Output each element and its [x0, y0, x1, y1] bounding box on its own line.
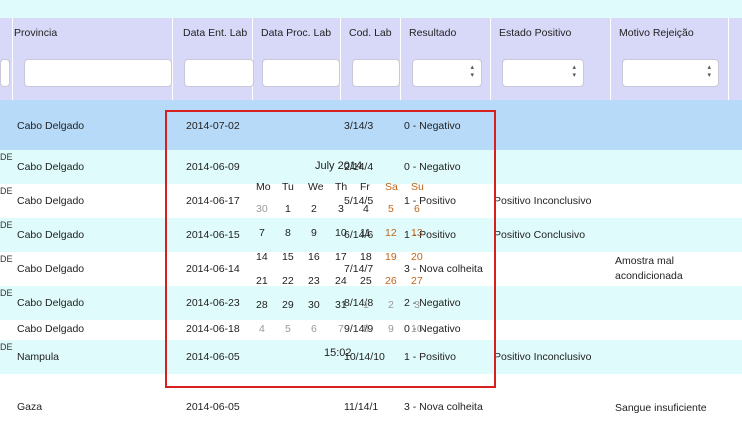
calendar-day[interactable]: 22: [282, 275, 294, 287]
date-picker-popup[interactable]: July 2014 Mo Tu We Th Fr Sa Su 30 1 2 3 4 5 6 7 8 9 10 11 1…: [165, 110, 496, 388]
filter-input[interactable]: [352, 59, 400, 87]
column-divider: [172, 18, 173, 100]
cell-provincia: Cabo Delgado: [17, 120, 85, 132]
calendar-day[interactable]: 10: [411, 323, 423, 335]
calendar-day[interactable]: 20: [411, 251, 423, 263]
calendar-day[interactable]: 28: [256, 299, 268, 311]
weekday-label: Tu: [282, 181, 294, 193]
calendar-day[interactable]: 5: [388, 203, 394, 215]
cell-estado: Positivo Inconclusivo: [494, 195, 592, 207]
column-divider: [340, 18, 341, 100]
calendar-day[interactable]: 29: [282, 299, 294, 311]
calendar-day[interactable]: 8: [285, 227, 291, 239]
calendar-day[interactable]: 26: [385, 275, 397, 287]
calendar-day[interactable]: 1: [285, 203, 291, 215]
row-prefix: DE: [0, 186, 13, 196]
cell-motivo: Sangue insuficiente: [615, 402, 707, 414]
calendar-day[interactable]: 9: [388, 323, 394, 335]
calendar-day[interactable]: 10: [335, 227, 347, 239]
row-prefix: DE: [0, 342, 13, 352]
filter-input[interactable]: [0, 59, 10, 87]
filter-input[interactable]: [24, 59, 172, 87]
calendar-day[interactable]: 21: [256, 275, 268, 287]
calendar-day[interactable]: 6: [414, 203, 420, 215]
calendar-day[interactable]: 9: [311, 227, 317, 239]
cell-provincia: Cabo Delgado: [17, 229, 85, 241]
column-divider: [400, 18, 401, 100]
column-header[interactable]: Estado Positivo: [499, 27, 571, 39]
calendar-day[interactable]: 24: [335, 275, 347, 287]
weekday-label: Su: [411, 181, 424, 193]
filter-input[interactable]: [262, 59, 340, 87]
column-header[interactable]: Provincia: [14, 27, 57, 39]
calendar-day[interactable]: 25: [360, 275, 372, 287]
calendar-day[interactable]: 7: [259, 227, 265, 239]
calendar-day[interactable]: 6: [311, 323, 317, 335]
column-divider: [610, 18, 611, 100]
weekday-label: Fr: [360, 181, 370, 193]
calendar-day[interactable]: 31: [335, 299, 347, 311]
filter-select[interactable]: [412, 59, 482, 87]
filter-input[interactable]: [184, 59, 254, 87]
calendar-day[interactable]: 2: [388, 299, 394, 311]
calendar-day[interactable]: 23: [308, 275, 320, 287]
column-divider: [728, 18, 729, 100]
column-header[interactable]: Resultado: [409, 27, 456, 39]
row-prefix: DE: [0, 220, 13, 230]
calendar-day[interactable]: 30: [256, 203, 268, 215]
weekday-label: Th: [335, 181, 348, 193]
cell-provincia: Gaza: [17, 401, 43, 413]
row-prefix: DE: [0, 152, 13, 162]
cell-estado: Positivo Inconclusivo: [494, 351, 592, 363]
calendar-day[interactable]: 4: [363, 203, 369, 215]
cell-provincia: Cabo Delgado: [17, 323, 85, 335]
calendar-day[interactable]: 27: [411, 275, 423, 287]
calendar-day[interactable]: 11: [360, 227, 371, 239]
weekday-label: Mo: [256, 181, 271, 193]
column-divider: [490, 18, 491, 100]
calendar-day[interactable]: 17: [335, 251, 347, 263]
row-prefix: DE: [0, 288, 13, 298]
cell-data-ent: 2014-06-05: [186, 401, 240, 413]
cell-estado: Positivo Conclusivo: [494, 229, 586, 241]
filter-select[interactable]: [502, 59, 584, 87]
cell-provincia: Nampula: [17, 351, 60, 363]
month-title: July 2014: [315, 160, 363, 172]
calendar-day[interactable]: 13: [411, 227, 423, 239]
calendar-day[interactable]: 5: [285, 323, 291, 335]
table-top-band: [0, 0, 742, 18]
row-prefix: DE: [0, 254, 13, 264]
cell-provincia: Cabo Delgado: [17, 161, 85, 173]
calendar-day[interactable]: 18: [360, 251, 372, 263]
calendar-day[interactable]: 14: [256, 251, 268, 263]
cell-provincia: Cabo Delgado: [17, 195, 85, 207]
column-header[interactable]: Cod. Lab: [349, 27, 392, 39]
calendar-day[interactable]: 15: [282, 251, 294, 263]
cell-motivo: Amostra mal acondicionada: [615, 255, 683, 282]
calendar-day[interactable]: 3: [338, 203, 344, 215]
calendar-day[interactable]: 16: [308, 251, 320, 263]
column-header[interactable]: Data Proc. Lab: [261, 27, 331, 39]
column-header[interactable]: Data Ent. Lab: [183, 27, 247, 39]
column-header[interactable]: Motivo Rejeição: [619, 27, 694, 39]
calendar-day[interactable]: 2: [311, 203, 317, 215]
calendar-day[interactable]: 19: [385, 251, 397, 263]
calendar-day[interactable]: 7: [338, 323, 344, 335]
calendar-day[interactable]: 8: [363, 323, 369, 335]
weekday-label: Sa: [385, 181, 398, 193]
weekday-label: We: [308, 181, 324, 193]
table-row[interactable]: Gaza 2014-06-05 11/14/1 3 - Nova colheita Sa…: [0, 390, 742, 425]
calendar-day[interactable]: 3: [414, 299, 420, 311]
cell-provincia: Cabo Delgado: [17, 297, 85, 309]
calendar-day[interactable]: 1: [363, 299, 369, 311]
calendar-day[interactable]: 12: [385, 227, 397, 239]
calendar-day[interactable]: 30: [308, 299, 320, 311]
calendar-day[interactable]: 4: [259, 323, 265, 335]
column-divider: [12, 18, 13, 100]
cell-cod-lab: 11/14/1: [344, 401, 379, 413]
cell-provincia: Cabo Delgado: [17, 263, 85, 275]
time-display: 15:02: [324, 347, 352, 359]
cell-resultado: 3 - Nova colheita: [404, 401, 483, 413]
filter-select[interactable]: [622, 59, 719, 87]
